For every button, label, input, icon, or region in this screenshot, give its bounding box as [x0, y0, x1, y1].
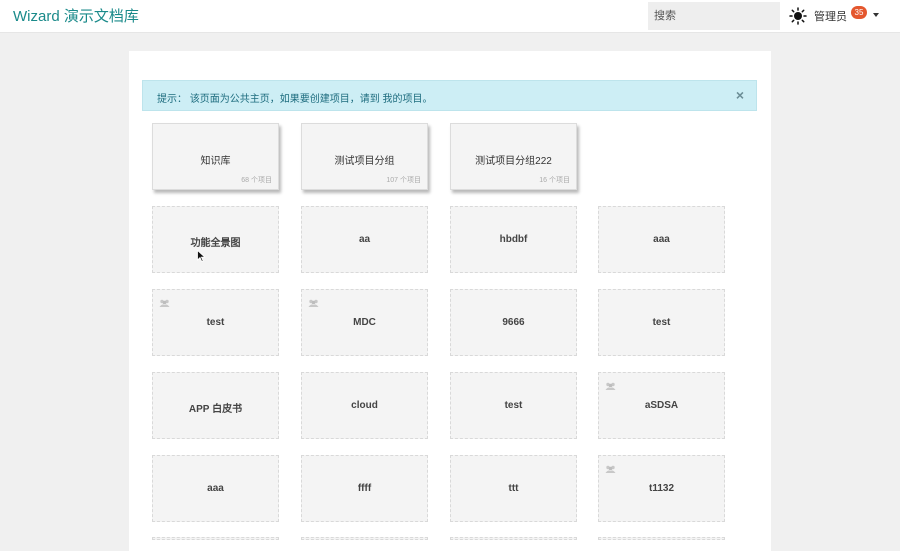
project-title: hbdbf: [499, 234, 528, 245]
project-title: test: [206, 317, 225, 328]
project-card[interactable]: cloud: [301, 372, 428, 439]
project-title: t1132: [648, 483, 675, 494]
project-title: MDC: [353, 317, 376, 328]
project-title: aa: [358, 234, 371, 245]
top-navbar: Wizard 演示文档库 管理员 35: [0, 0, 900, 33]
project-title: aaa: [653, 234, 670, 245]
project-title: APP 白皮书: [188, 404, 243, 415]
project-card[interactable]: test: [152, 289, 279, 356]
project-card[interactable]: ffff: [301, 455, 428, 522]
project-card[interactable]: 9666: [450, 289, 577, 356]
project-card[interactable]: test: [598, 289, 725, 356]
site-brand[interactable]: Wizard 演示文档库: [13, 5, 139, 26]
group-title: 知识库: [200, 156, 231, 167]
project-title: ttt: [508, 483, 519, 494]
project-group-card[interactable]: 测试项目分组222 16 个项目: [450, 123, 577, 190]
project-card[interactable]: MDC: [301, 289, 428, 356]
project-title: aaa: [207, 483, 224, 494]
team-icon: [605, 461, 616, 473]
project-card[interactable]: test: [450, 372, 577, 439]
group-project-count: 107 个项目: [386, 177, 421, 184]
project-card[interactable]: hbdbf: [450, 206, 577, 273]
project-card[interactable]: APP 白皮书: [152, 372, 279, 439]
project-title: test: [652, 317, 671, 328]
info-alert: 提示： 该页面为公共主页，如果要创建项目，请到 我的项目。 ×: [142, 80, 757, 111]
group-title: 测试项目分组: [334, 156, 395, 167]
team-icon: [159, 295, 170, 307]
project-card[interactable]: ttt: [450, 455, 577, 522]
alert-message: 提示： 该页面为公共主页，如果要创建项目，请到 我的项目。: [157, 94, 433, 105]
group-project-count: 68 个项目: [241, 177, 272, 184]
team-icon: [308, 295, 319, 307]
project-title: cloud: [351, 400, 378, 411]
user-menu[interactable]: 管理员: [814, 8, 847, 24]
group-title: 测试项目分组222: [475, 156, 552, 167]
project-title: test: [504, 400, 523, 411]
project-card[interactable]: aaa: [152, 455, 279, 522]
group-project-count: 16 个项目: [539, 177, 570, 184]
project-card[interactable]: aSDSA: [598, 372, 725, 439]
chevron-down-icon[interactable]: [873, 13, 879, 17]
project-group-card[interactable]: 知识库 68 个项目: [152, 123, 279, 190]
team-icon: [605, 378, 616, 390]
project-title: 功能全景图: [190, 238, 241, 249]
project-card[interactable]: t1132: [598, 455, 725, 522]
close-icon[interactable]: ×: [736, 88, 744, 102]
project-group-card[interactable]: 测试项目分组 107 个项目: [301, 123, 428, 190]
search-input[interactable]: [648, 2, 780, 30]
mouse-cursor-icon: [197, 250, 206, 262]
project-card[interactable]: aaa: [598, 206, 725, 273]
project-title: aSDSA: [644, 400, 679, 411]
project-title: 9666: [502, 317, 525, 328]
project-title: ffff: [357, 483, 372, 494]
sun-icon[interactable]: [789, 7, 807, 25]
notification-badge[interactable]: 35: [851, 6, 867, 19]
project-card[interactable]: 功能全景图: [152, 206, 279, 273]
project-card[interactable]: aa: [301, 206, 428, 273]
